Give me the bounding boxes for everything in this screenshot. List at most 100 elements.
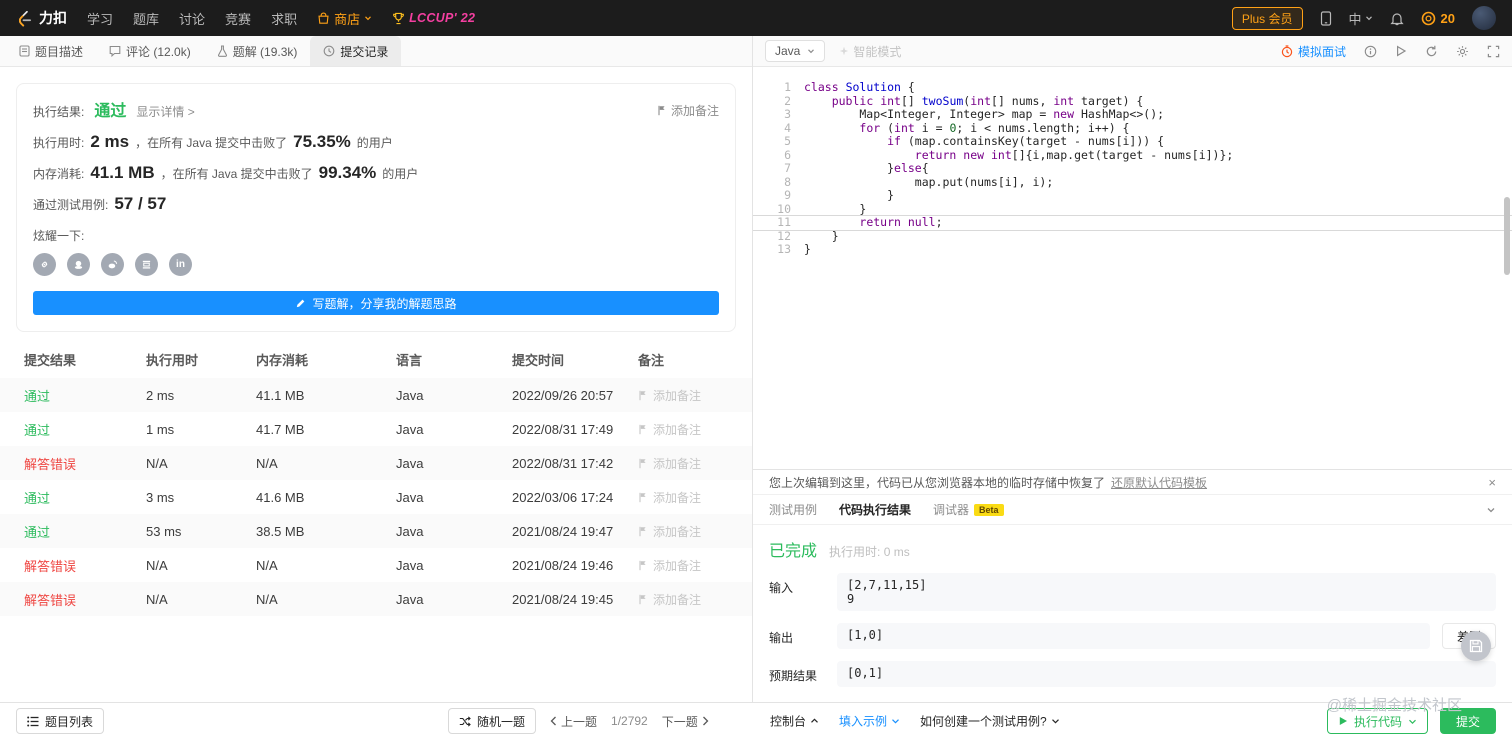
nav-item-jobs[interactable]: 求职 xyxy=(271,9,297,28)
tab-testcase[interactable]: 测试用例 xyxy=(769,501,817,518)
code-line[interactable]: 8 map.put(nums[i], i); xyxy=(753,174,1512,190)
console-toggle-button[interactable]: 控制台 xyxy=(770,713,819,730)
submission-row[interactable]: 通过 1 ms 41.7 MB Java 2022/08/31 17:49 添加备注 xyxy=(0,412,752,446)
output-box[interactable]: [1,0] xyxy=(837,623,1430,649)
submission-status-link[interactable]: 通过 xyxy=(0,522,146,541)
submission-status-link[interactable]: 解答错误 xyxy=(0,454,146,473)
settings-gear-icon[interactable] xyxy=(1456,45,1469,58)
fill-example-button[interactable]: 填入示例 xyxy=(839,713,900,730)
submission-row[interactable]: 解答错误 N/A N/A Java 2021/08/24 19:46 添加备注 xyxy=(0,548,752,582)
add-note-button[interactable]: 添加备注 xyxy=(657,102,719,119)
code-line[interactable]: 5 if (map.containsKey(target - nums[i]))… xyxy=(753,134,1512,149)
add-note-button[interactable]: 添加备注 xyxy=(638,387,752,404)
nav-item-problems[interactable]: 题库 xyxy=(133,9,159,28)
prev-problem-button[interactable]: 上一题 xyxy=(550,713,597,730)
share-linkedin-icon[interactable]: in xyxy=(169,253,192,276)
write-solution-button[interactable]: 写题解，分享我的解题思路 xyxy=(33,291,719,315)
tab-run-result[interactable]: 代码执行结果 xyxy=(839,501,911,518)
fullscreen-icon[interactable] xyxy=(1487,45,1500,58)
restore-notice-text: 您上次编辑到这里，代码已从您浏览器本地的临时存储中恢复了 xyxy=(769,475,1106,490)
random-problem-button[interactable]: 随机一题 xyxy=(448,708,537,734)
submission-status-link[interactable]: 通过 xyxy=(0,386,146,405)
submission-status-link[interactable]: 通过 xyxy=(0,488,146,507)
restore-default-template-link[interactable]: 还原默认代码模板 xyxy=(1111,474,1207,491)
add-note-button[interactable]: 添加备注 xyxy=(638,421,752,438)
submission-status-link[interactable]: 通过 xyxy=(0,420,146,439)
smart-mode-toggle[interactable]: 智能模式 xyxy=(839,43,901,60)
tab-submissions[interactable]: 提交记录 xyxy=(310,36,402,66)
add-note-button[interactable]: 添加备注 xyxy=(638,523,752,540)
close-icon[interactable]: × xyxy=(1488,475,1496,490)
problem-list-button[interactable]: 题目列表 xyxy=(16,708,105,734)
run-icon[interactable] xyxy=(1395,45,1407,57)
submission-row[interactable]: 解答错误 N/A N/A Java 2021/08/24 19:45 添加备注 xyxy=(0,582,752,616)
next-problem-button[interactable]: 下一题 xyxy=(662,713,709,730)
nav-item-store[interactable]: 商店 xyxy=(317,9,372,28)
code-line[interactable]: 1 class Solution { xyxy=(753,80,1512,95)
howto-testcase-button[interactable]: 如何创建一个测试用例? xyxy=(920,713,1060,730)
code-line[interactable]: 11 return null; xyxy=(753,215,1512,230)
memory-mid-text: ，在所有 Java 提交中击败了 xyxy=(160,167,313,181)
tab-solutions[interactable]: 题解 (19.3k) xyxy=(204,36,311,66)
input-box[interactable]: [2,7,11,15] 9 xyxy=(837,573,1496,611)
code-line[interactable]: 2 public int[] twoSum(int[] nums, int ta… xyxy=(753,94,1512,109)
share-douban-icon[interactable] xyxy=(135,253,158,276)
submission-runtime: N/A xyxy=(146,557,168,573)
code-line[interactable]: 12 } xyxy=(753,229,1512,244)
submit-button[interactable]: 提交 xyxy=(1439,708,1496,734)
tab-debugger[interactable]: 调试器 Beta xyxy=(933,501,1004,518)
add-note-button[interactable]: 添加备注 xyxy=(638,455,752,472)
reset-code-icon[interactable] xyxy=(1425,45,1438,58)
add-note-button[interactable]: 添加备注 xyxy=(638,557,752,574)
code-line[interactable]: 13} xyxy=(753,242,1512,257)
memory-metric: 内存消耗: 41.1 MB ，在所有 Java 提交中击败了 99.34% 的用… xyxy=(33,163,719,183)
submission-status-link[interactable]: 解答错误 xyxy=(0,590,146,609)
expected-box[interactable]: [0,1] xyxy=(837,661,1496,687)
collapse-console-icon[interactable] xyxy=(1486,505,1496,515)
run-code-button[interactable]: 执行代码 xyxy=(1326,708,1428,734)
plus-member-button[interactable]: Plus 会员 xyxy=(1231,6,1303,30)
flag-icon xyxy=(638,492,648,503)
submission-status-link[interactable]: 解答错误 xyxy=(0,556,146,575)
nav-item-lccup[interactable]: LCCUP' 22 xyxy=(392,11,475,25)
user-avatar[interactable] xyxy=(1472,6,1496,30)
info-icon[interactable] xyxy=(1364,45,1377,58)
submission-row[interactable]: 通过 53 ms 38.5 MB Java 2021/08/24 19:47 添加备注 xyxy=(0,514,752,548)
caret-down-icon xyxy=(1051,717,1060,726)
mock-interview-button[interactable]: 模拟面试 xyxy=(1281,43,1346,60)
floating-save-button[interactable] xyxy=(1461,631,1491,661)
share-qq-icon[interactable] xyxy=(67,253,90,276)
add-note-button[interactable]: 添加备注 xyxy=(638,489,752,506)
nav-item-contest[interactable]: 竞赛 xyxy=(225,9,251,28)
mobile-app-icon[interactable] xyxy=(1320,10,1332,26)
tab-comments[interactable]: 评论 (12.0k) xyxy=(96,36,204,66)
show-detail-link[interactable]: 显示详情 > xyxy=(136,103,194,120)
code-line[interactable]: 10 } xyxy=(753,202,1512,217)
line-number: 8 xyxy=(784,174,791,189)
next-problem-label: 下一题 xyxy=(661,714,698,729)
output-row: 输出 [1,0] 差别 xyxy=(769,623,1496,649)
flask-icon xyxy=(217,45,228,57)
tab-description[interactable]: 题目描述 xyxy=(6,36,96,66)
code-line[interactable]: 7 }else{ xyxy=(753,161,1512,176)
share-link-icon[interactable] xyxy=(33,253,56,276)
language-select[interactable]: Java xyxy=(765,40,826,62)
submission-row[interactable]: 解答错误 N/A N/A Java 2022/08/31 17:42 添加备注 xyxy=(0,446,752,480)
console-toggle-label: 控制台 xyxy=(770,714,807,729)
nav-item-discuss[interactable]: 讨论 xyxy=(179,9,205,28)
code-line[interactable]: 4 for (int i = 0; i < nums.length; i++) … xyxy=(753,121,1512,136)
code-line[interactable]: 6 return new int[]{i,map.get(target - nu… xyxy=(753,148,1512,163)
coin-balance[interactable]: 20 xyxy=(1421,11,1455,26)
submission-row[interactable]: 通过 2 ms 41.1 MB Java 2022/09/26 20:57 添加备注 xyxy=(0,378,752,412)
share-weibo-icon[interactable] xyxy=(101,253,124,276)
notifications-bell-icon[interactable] xyxy=(1389,11,1404,26)
leetcode-logo[interactable]: 力扣 xyxy=(16,8,67,28)
submission-row[interactable]: 通过 3 ms 41.6 MB Java 2022/03/06 17:24 添加备注 xyxy=(0,480,752,514)
code-line[interactable]: 3 Map<Integer, Integer> map = new HashMa… xyxy=(753,107,1512,122)
add-note-button[interactable]: 添加备注 xyxy=(638,591,752,608)
editor-scrollbar[interactable] xyxy=(1504,197,1510,275)
nav-item-learn[interactable]: 学习 xyxy=(87,9,113,28)
code-editor[interactable]: 1 class Solution {2 public int[] twoSum(i… xyxy=(753,67,1512,469)
code-line[interactable]: 9 } xyxy=(753,188,1512,203)
language-switcher[interactable]: 中 xyxy=(1349,9,1373,28)
